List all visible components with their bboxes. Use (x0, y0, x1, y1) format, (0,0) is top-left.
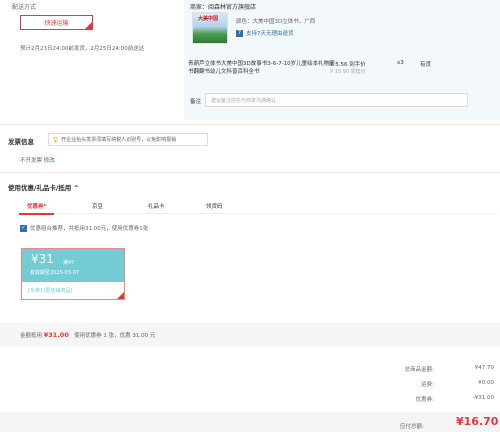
product-stock: 有货 (420, 62, 432, 68)
coupon-condition: 满47 (63, 260, 75, 266)
tab-redeem-code[interactable]: 领货码 (206, 202, 223, 210)
coupon-card[interactable]: ¥31 满47 有效期至2025-03-07 [东券] [限店铺商品] (21, 248, 125, 300)
product-color: 颜色：大美中国3D立体书，广西 (236, 19, 316, 25)
shipping-estimate: 预计2月23日24:00前发货，2月25日24:00前送达 (20, 46, 145, 52)
lightbulb-icon: ♀ (53, 135, 59, 144)
return-policy-text: 支持7天无理由退货 (246, 31, 294, 37)
invoice-title: 发票信息 (8, 138, 34, 146)
tab-gift-card[interactable]: 礼品卡 (148, 202, 165, 210)
product-image-text: 大美中国 (198, 16, 219, 22)
shop-label: 商家： (190, 4, 209, 11)
invoice-status-text: 不开发票 (20, 158, 43, 164)
shipping-option-button[interactable]: 快速运输 (20, 15, 93, 30)
product-title[interactable]: 青葫芦立体书大美中国3D故事书3-6-7-10岁儿童绘本礼物图书翻翻书幼儿文科普… (188, 60, 338, 76)
recommend-text: 优惠组合推荐，共抵用31.00元，使用优惠券1张 (30, 226, 149, 232)
remark-input[interactable]: 建议备注前先与商家沟通确认 (205, 93, 468, 107)
invoice-edit-link[interactable]: 修改 (44, 158, 55, 164)
total-value: ¥47.70 (474, 365, 494, 371)
product-quantity: x3 (397, 60, 404, 66)
total-value: ¥0.00 (478, 380, 494, 386)
tab-coupons[interactable]: 优惠券⁸ (19, 202, 54, 215)
shipping-title: 配送方式 (12, 4, 37, 11)
payable-amount: ¥16.70 (456, 415, 499, 428)
summary-amount: ¥31.00 (43, 331, 69, 339)
divider (0, 172, 500, 173)
total-label: 优惠券: (415, 397, 434, 403)
total-label: 运费: (421, 382, 434, 388)
return-icon: 7 (236, 29, 243, 37)
recommend-row: ✓ 优惠组合推荐，共抵用31.00元，使用优惠券1张 (20, 224, 148, 232)
summary-label: 金额抵用 (20, 333, 43, 339)
total-value: -¥31.00 (472, 395, 494, 401)
coupon-validity: 有效期至2025-03-07 (30, 270, 80, 276)
invoice-notice-text: 开企业抬头发票须填写纳税人识别号，以免影响报销 (61, 137, 177, 143)
payable-bar: 应付总额: ¥16.70 (0, 412, 500, 432)
payable-label: 应付总额: (400, 424, 424, 430)
product-original-price: ¥ 15.90 原售价 (330, 69, 366, 75)
divider (0, 124, 500, 125)
selected-corner-icon (117, 292, 124, 299)
shop-name[interactable]: 阅森林官方旗舰店 (208, 4, 256, 11)
coupon-tabs: 优惠券⁸ 京豆 礼品卡 领货码 (19, 198, 498, 215)
coupon-scope: [东券] [限店铺商品] (28, 288, 73, 294)
product-image[interactable]: 大美中国 (192, 12, 228, 44)
coupon-summary: 金额抵用 ¥31.00 使用优惠券 1 张，优惠 31.00 元 (0, 323, 500, 347)
coupon-header: ¥31 满47 有效期至2025-03-07 (22, 249, 124, 282)
invoice-status: 不开发票 修改 (20, 156, 55, 164)
remark-label: 备注 (190, 99, 202, 105)
coupon-summary-text: 金额抵用 ¥31.00 使用优惠券 1 张，优惠 31.00 元 (20, 331, 155, 339)
tab-jd-beans[interactable]: 京豆 (92, 202, 103, 210)
return-policy: 7 支持7天无理由退货 (236, 29, 294, 37)
shop-line: 商家：阅森林官方旗舰店 (190, 2, 256, 11)
recommend-checkbox[interactable]: ✓ (20, 224, 27, 232)
total-label: 总商品金额: (404, 367, 434, 373)
product-price: ¥ 5.56 到手价 (330, 62, 366, 68)
invoice-notice: ♀ 开企业抬头发票须填写纳税人识别号，以免影响报销 (48, 133, 208, 146)
coupon-amount: ¥31 (31, 252, 54, 266)
summary-detail: 使用优惠券 1 张，优惠 31.00 元 (74, 333, 156, 339)
coupons-title[interactable]: 使用优惠/礼品卡/抵用 ^ (8, 182, 79, 192)
